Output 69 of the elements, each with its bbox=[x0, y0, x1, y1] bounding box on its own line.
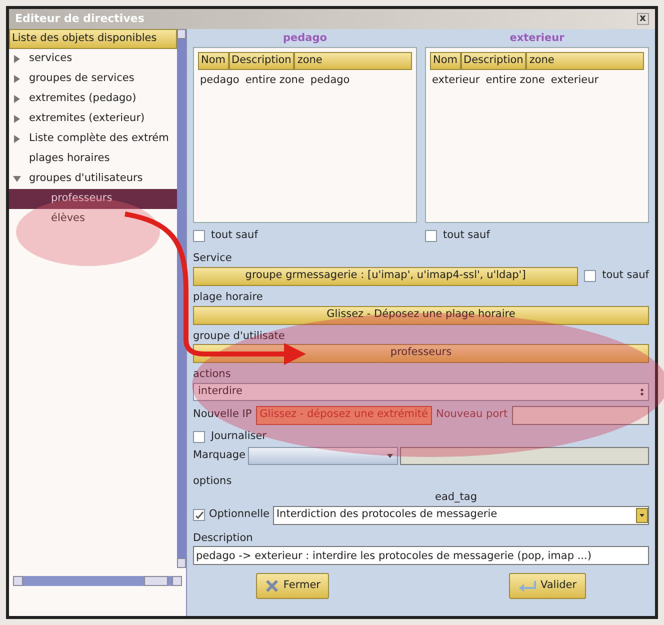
table-cell-text: exterieur bbox=[432, 73, 480, 88]
column-header[interactable]: Nom bbox=[198, 52, 229, 70]
tree-item[interactable]: extremites (exterieur) bbox=[9, 109, 177, 129]
window-title: Editeur de directives bbox=[15, 10, 144, 27]
section-label: options bbox=[193, 474, 233, 489]
field-label: groupe d'utilisate bbox=[193, 328, 285, 344]
field-label: plage horaire bbox=[193, 290, 264, 305]
checkbox-label: tout sauf bbox=[602, 268, 649, 284]
table-cell-text: entire zone bbox=[245, 73, 304, 88]
table-cell-text: pedago bbox=[310, 73, 350, 88]
actions-dropdown[interactable]: interdire bbox=[193, 383, 649, 401]
user-group-button[interactable]: professeurs bbox=[193, 344, 649, 364]
checkbox[interactable] bbox=[193, 230, 205, 242]
checkbox[interactable] bbox=[584, 270, 596, 282]
spinner-icon bbox=[640, 388, 644, 396]
expanded-triangle-icon[interactable] bbox=[13, 175, 21, 183]
tag-dropdown[interactable]: Interdiction des protocoles de messagerie bbox=[273, 506, 649, 524]
column-header[interactable]: zone bbox=[294, 52, 412, 70]
tree-item[interactable]: groupes d'utilisateurs bbox=[9, 169, 177, 189]
return-arrow-icon bbox=[518, 579, 536, 594]
tree-item[interactable]: groupes de services bbox=[9, 69, 177, 89]
column-header[interactable]: Nom bbox=[430, 52, 461, 70]
tree-item[interactable]: services bbox=[9, 49, 177, 69]
tree-item[interactable]: professeurs bbox=[9, 189, 177, 209]
validate-button[interactable]: Valider bbox=[509, 573, 586, 600]
field-label: Marquage bbox=[193, 448, 246, 464]
field-label: Nouvelle IP bbox=[193, 407, 252, 422]
tag-label: ead_tag bbox=[434, 490, 478, 505]
field-label: actions bbox=[193, 367, 232, 382]
collapsed-triangle-icon[interactable] bbox=[13, 55, 21, 63]
close-button[interactable]: Fermer bbox=[256, 573, 330, 600]
zone-title: exterieur bbox=[508, 31, 566, 46]
field-label: Nouveau port bbox=[436, 407, 508, 422]
close-button[interactable]: x bbox=[636, 13, 649, 25]
collapsed-triangle-icon[interactable] bbox=[13, 135, 21, 143]
collapsed-triangle-icon[interactable] bbox=[13, 115, 21, 123]
tree-item[interactable]: Liste complète des extrém bbox=[9, 129, 177, 149]
port-field[interactable] bbox=[512, 406, 649, 424]
dropdown-arrow-icon bbox=[386, 454, 393, 458]
checkbox-label: Journaliser bbox=[211, 429, 266, 444]
horizontal-scrollbar[interactable] bbox=[13, 576, 182, 586]
zone-title: pedago bbox=[282, 31, 328, 46]
column-header[interactable]: zone bbox=[526, 52, 644, 70]
field-label: Description bbox=[193, 530, 254, 546]
checkbox-label: tout sauf bbox=[211, 228, 258, 244]
table-cell-text: entire zone bbox=[486, 73, 545, 88]
checkbox[interactable] bbox=[425, 230, 437, 242]
checkbox[interactable] bbox=[193, 431, 205, 443]
drop-zone[interactable]: Glissez - Déposez une plage horaire bbox=[193, 306, 649, 324]
column-header[interactable]: Description bbox=[228, 52, 294, 70]
vertical-scrollbar[interactable] bbox=[177, 29, 186, 568]
table-cell-text: exterieur bbox=[550, 73, 599, 88]
marking-dropdown[interactable] bbox=[248, 447, 398, 465]
collapsed-triangle-icon[interactable] bbox=[13, 95, 21, 103]
checkbox[interactable] bbox=[193, 509, 205, 521]
service-button[interactable]: groupe grmessagerie : [u'imap', u'imap4-ssl', u'ldap'] bbox=[193, 266, 578, 286]
list-header: Liste des objets disponibles bbox=[9, 29, 177, 49]
checkbox-label: tout sauf bbox=[443, 228, 490, 244]
cross-icon bbox=[265, 579, 280, 594]
table-cell-text: pedago bbox=[200, 73, 240, 88]
checkbox-label: Optionnelle bbox=[209, 507, 270, 522]
tree-item[interactable]: extremites (pedago) bbox=[9, 89, 177, 109]
description-field[interactable]: pedago -> exterieur : interdire les protocoles de messagerie (pop, imap ...) bbox=[193, 546, 649, 566]
tree-item[interactable]: plages horaires bbox=[9, 149, 177, 169]
column-header[interactable]: Description bbox=[460, 52, 526, 70]
tree-item[interactable]: élèves bbox=[9, 209, 177, 229]
marking-field[interactable] bbox=[400, 447, 649, 465]
collapsed-triangle-icon[interactable] bbox=[13, 75, 21, 83]
field-label: Service bbox=[193, 251, 233, 266]
